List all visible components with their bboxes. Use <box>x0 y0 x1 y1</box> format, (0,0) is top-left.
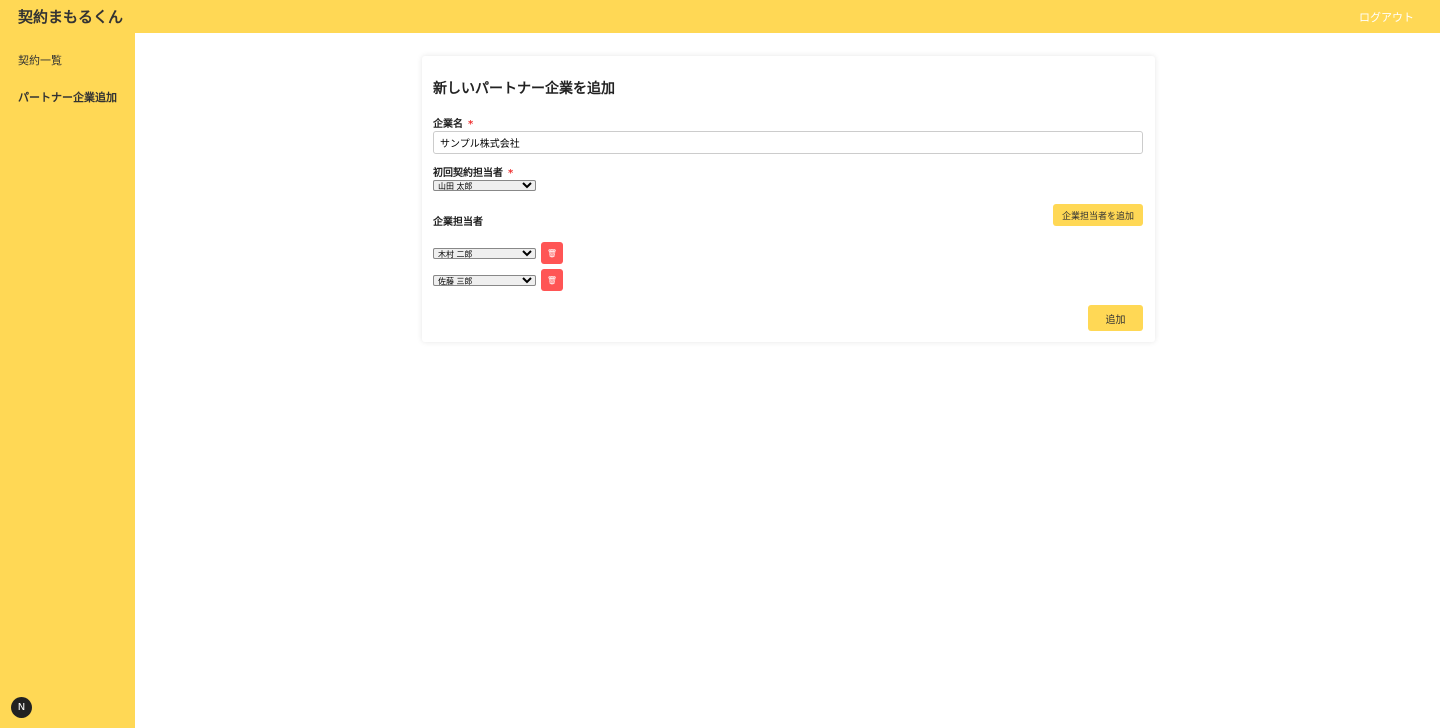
dev-badge[interactable]: N <box>11 697 32 718</box>
first-contact-label-text: 初回契約担当者 <box>433 168 503 179</box>
delete-contact-button[interactable]: 🗑 <box>541 269 563 291</box>
trash-icon: 🗑 <box>546 275 558 285</box>
delete-contact-button[interactable]: 🗑 <box>541 242 563 264</box>
company-name-input[interactable] <box>433 131 1143 154</box>
logout-link[interactable]: ログアウト <box>1359 9 1414 25</box>
page-title: 新しいパートナー企業を追加 <box>433 81 615 97</box>
first-contact-label: 初回契約担当者 * <box>433 164 513 179</box>
sidebar: 契約一覧 パートナー企業追加 <box>0 33 135 728</box>
contact-select[interactable]: 佐藤 三郎 <box>433 275 536 286</box>
company-label-text: 企業名 <box>433 119 463 130</box>
contact-select[interactable]: 木村 二郎 <box>433 248 536 259</box>
company-label: 企業名 * <box>433 115 473 130</box>
required-mark: * <box>508 168 514 179</box>
first-contact-select[interactable]: 山田 太郎 <box>433 180 536 191</box>
sidebar-item-contracts[interactable]: 契約一覧 <box>18 52 62 68</box>
contacts-label: 企業担当者 <box>433 217 483 228</box>
sidebar-item-add-partner[interactable]: パートナー企業追加 <box>18 89 117 105</box>
app-title: 契約まもるくん <box>18 8 124 26</box>
add-contact-button[interactable]: 企業担当者を追加 <box>1053 204 1143 226</box>
header: 契約まもるくん ログアウト <box>0 0 1440 33</box>
trash-icon: 🗑 <box>546 248 558 258</box>
submit-button[interactable]: 追加 <box>1088 305 1143 331</box>
partner-form: 新しいパートナー企業を追加 企業名* 初回契約担当者* 山田 太郎 企業担当者 … <box>422 56 1155 342</box>
required-mark: * <box>468 119 474 130</box>
